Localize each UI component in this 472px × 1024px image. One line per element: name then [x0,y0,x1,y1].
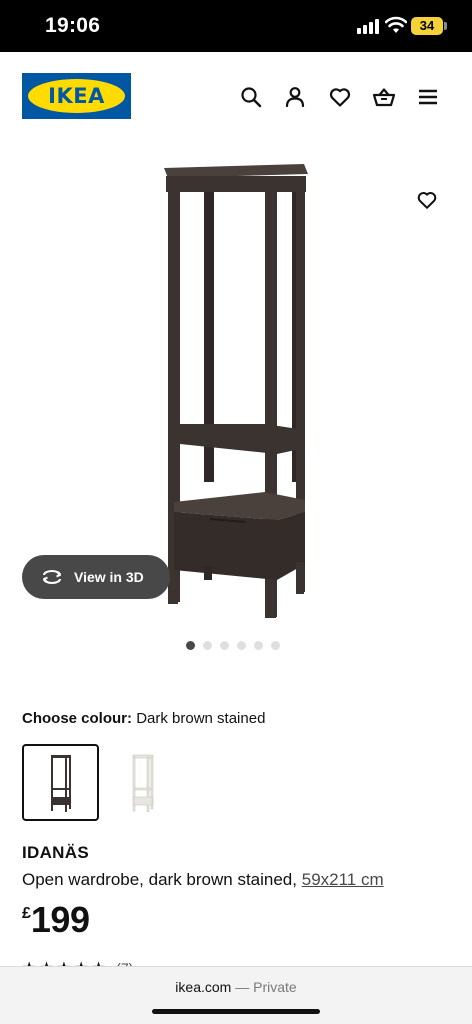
product-name: IDANÄS [22,843,89,862]
basket-icon[interactable] [372,85,396,109]
wifi-icon [384,16,408,34]
battery-icon: 34 [411,17,443,35]
product-description-text: Open wardrobe, dark brown stained, [22,870,297,889]
price-currency: £ [22,905,31,922]
logo-text: IKEA [48,84,105,108]
url-display[interactable]: ikea.com — Private [0,979,472,995]
carousel-dot-2[interactable] [203,641,212,650]
colour-chooser-label: Choose colour: Dark brown stained [22,710,265,727]
carousel-dot-5[interactable] [254,641,263,650]
view-in-3d-button[interactable]: View in 3D [22,555,170,599]
battery-tip [444,22,447,30]
carousel-dot-4[interactable] [237,641,246,650]
url-domain: ikea.com [175,979,232,995]
home-indicator [152,1009,320,1014]
ikea-logo[interactable]: IKEA [22,73,131,119]
rotate-3d-icon [43,570,61,584]
colour-option-white[interactable] [104,744,181,821]
carousel-dots [186,641,280,651]
dark-brown-wardrobe-thumbnail [50,754,71,812]
white-wardrobe-thumbnail [132,754,153,812]
choose-colour-heading: Choose colour: [22,710,133,727]
save-to-favourites-button[interactable] [405,178,449,222]
site-header: IKEA [0,52,472,142]
colour-option-dark-brown[interactable] [22,744,99,821]
product-image-carousel[interactable]: View in 3D [0,142,472,632]
status-time: 19:06 [45,14,101,37]
price-amount: 199 [30,899,90,940]
cellular-signal-icon [357,18,381,34]
private-mode-label: Private [253,979,297,995]
user-icon[interactable] [283,85,307,109]
product-dimensions-link[interactable]: 59x211 cm [302,870,384,889]
url-separator: — [235,979,250,995]
product-price: £199 [22,899,90,941]
status-bar: 19:06 34 [0,0,472,52]
selected-colour-value: Dark brown stained [136,710,266,727]
menu-icon[interactable] [416,85,440,109]
carousel-dot-6[interactable] [271,641,280,650]
wardrobe-image [164,164,308,618]
heart-outline-icon [417,192,437,209]
carousel-dot-1[interactable] [186,641,195,650]
heart-icon[interactable] [328,85,352,109]
product-description: Open wardrobe, dark brown stained, 59x21… [22,870,384,890]
carousel-dot-3[interactable] [220,641,229,650]
search-icon[interactable] [239,85,263,109]
browser-address-bar[interactable]: ikea.com — Private [0,966,472,1024]
view-in-3d-label: View in 3D [74,569,144,585]
